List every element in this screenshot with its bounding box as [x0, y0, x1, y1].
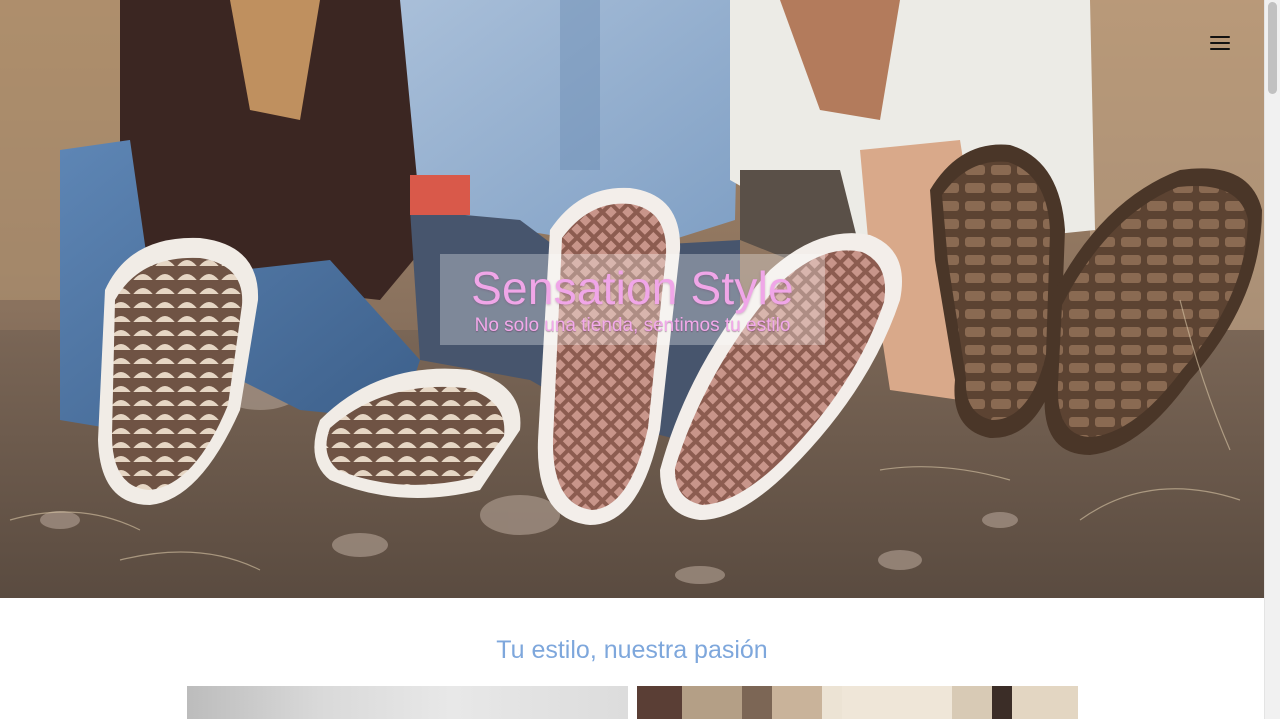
scrollbar-thumb[interactable]	[1268, 2, 1277, 94]
page: Sensation Style No solo una tienda, sent…	[0, 0, 1264, 719]
product-card-image[interactable]	[187, 686, 628, 719]
product-card-image[interactable]	[637, 686, 1078, 719]
hero-title: Sensation Style	[471, 262, 794, 314]
hamburger-line	[1210, 48, 1230, 50]
hero-subtitle: No solo una tienda, sentimos tu estilo	[474, 315, 791, 336]
hamburger-line	[1210, 36, 1230, 38]
hamburger-menu-icon[interactable]	[1210, 36, 1230, 50]
hero-caption: Sensation Style No solo una tienda, sent…	[440, 254, 825, 345]
page-scrollbar[interactable]	[1264, 0, 1280, 719]
section-heading: Tu estilo, nuestra pasión	[496, 636, 768, 664]
card-image-photo	[637, 686, 1078, 719]
hero-banner: Sensation Style No solo una tienda, sent…	[0, 0, 1264, 598]
hamburger-line	[1210, 42, 1230, 44]
